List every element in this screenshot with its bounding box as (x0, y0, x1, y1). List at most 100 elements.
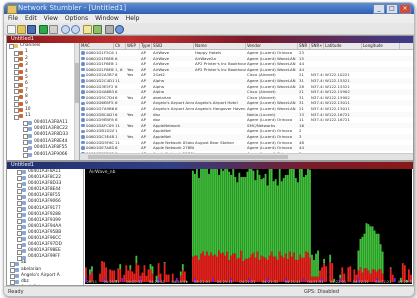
close-button[interactable]: × (399, 4, 411, 14)
signal-bar-low (206, 251, 208, 282)
status-right: GPS: Disabled (304, 289, 340, 295)
signal-status-icon (81, 123, 85, 128)
signal-bar-high (313, 259, 315, 277)
signal-bar-low (329, 262, 332, 282)
ap-table-hscroll-thumb[interactable] (88, 155, 288, 159)
channel-icon (19, 108, 23, 113)
menu-options[interactable]: Options (65, 14, 88, 23)
signal-bar-high (323, 258, 326, 264)
column-header[interactable]: MAC (80, 43, 114, 49)
channel-icon (19, 76, 23, 81)
tree-scroll-thumb[interactable] (75, 63, 79, 103)
zoom-out-icon[interactable] (71, 25, 80, 34)
signal-bar-high (226, 168, 229, 252)
signal-bar-high (200, 161, 202, 254)
menu-view[interactable]: View (44, 14, 58, 23)
tree-item[interactable]: 00401A3F9066 (7, 152, 79, 159)
ap-table-header: MAC Ch WEP Type SSID Name Vendor SNR SNR+ Latitud… (80, 43, 413, 50)
channel-icon (19, 95, 23, 100)
signal-bar-low (292, 252, 295, 282)
signal-bar-high (288, 164, 291, 252)
access-point-icon (15, 267, 19, 272)
scan-icon[interactable] (49, 25, 58, 34)
chart-label: AirWave_nb (89, 170, 116, 175)
column-header[interactable]: Type (140, 43, 152, 49)
title-bar: Network Stumbler - [Untitled1] _ □ × (4, 3, 414, 14)
x-tick-label: 04:21:31 (262, 280, 278, 284)
signal-bar-low (284, 253, 287, 282)
column-header[interactable]: SNR+ (310, 43, 324, 49)
channel-icon (19, 114, 23, 119)
signal-bar-high (238, 172, 241, 258)
signal-bar-low (325, 266, 328, 282)
signal-bar-high (373, 230, 376, 270)
column-header[interactable]: SSID (152, 43, 194, 49)
signal-chart-svg: 04:20:11 04:20:21 04:20:31 04:20:41 04:20:51… (81, 158, 414, 284)
menu-edit[interactable]: Edit (25, 14, 37, 23)
column-header[interactable]: Latitude (324, 43, 362, 49)
signal-bar-high (254, 180, 257, 258)
maximize-button[interactable]: □ (386, 4, 398, 14)
ap-list-pane: Untitled1 Channels 1 2 3 4 5 6 7 8 9 10 11 00401A3F8… (6, 35, 414, 161)
find-icon[interactable] (83, 25, 92, 34)
signal-bar-low (270, 251, 273, 282)
signal-bar-low (242, 261, 245, 282)
minimize-button[interactable]: _ (373, 4, 385, 14)
signal-bar-high (228, 171, 231, 260)
ap-table-hscrollbar[interactable] (80, 153, 413, 160)
signal-bar-high (151, 266, 154, 274)
x-tick-label: 04:22:31 (398, 280, 412, 284)
noise-bar (303, 278, 305, 282)
play-icon[interactable] (39, 25, 48, 34)
x-tick-label: 04:21:21 (239, 280, 255, 284)
menu-window[interactable]: Window (95, 14, 119, 23)
signal-bar-high (296, 182, 299, 260)
signal-bar-low (226, 251, 229, 282)
signal-bar-high (248, 168, 251, 258)
settings-icon[interactable] (105, 25, 114, 34)
signal-bar-high (198, 178, 200, 260)
column-header[interactable]: SNR (298, 43, 310, 49)
zoom-in-icon[interactable] (61, 25, 70, 34)
signal-status-icon (81, 84, 85, 89)
graph-icon[interactable] (93, 25, 102, 34)
open-icon[interactable] (17, 25, 26, 34)
signal-bar-low (196, 255, 198, 282)
access-point-icon (28, 140, 32, 145)
signal-bar-high (272, 181, 275, 257)
column-header[interactable]: WEP (126, 43, 140, 49)
signal-bar-high (305, 174, 307, 252)
ssid-tree[interactable]: 00401A3F8A11 00401A3F8C22 00401A3F8D33 0040… (7, 169, 84, 285)
access-point-icon (22, 218, 26, 223)
status-bar: Ready GPS: Disabled (4, 286, 414, 296)
signal-bar-high (307, 166, 309, 253)
signal-bar-high (252, 170, 255, 253)
signal-bar-low (282, 257, 285, 282)
column-header[interactable]: Name (194, 43, 246, 49)
signal-bar-high (242, 177, 245, 261)
column-header[interactable]: Longitude (362, 43, 400, 49)
signal-bar-low (238, 257, 241, 282)
signal-bar-high (258, 174, 261, 260)
access-point-icon (28, 120, 32, 125)
column-header[interactable]: Vendor (246, 43, 298, 49)
tree-scrollbar[interactable] (74, 43, 79, 160)
help-icon[interactable] (115, 25, 124, 34)
signal-bar-low (254, 257, 257, 282)
access-point-icon (15, 261, 19, 266)
access-point-icon (22, 243, 26, 248)
signal-bar-high (371, 226, 374, 270)
signal-bar-low (280, 255, 283, 282)
column-header[interactable]: Ch (114, 43, 126, 49)
new-icon[interactable] (7, 25, 16, 34)
save-icon[interactable] (27, 25, 36, 34)
ap-list-title: Untitled1 (11, 36, 34, 42)
access-point-icon (28, 133, 32, 138)
channel-tree[interactable]: Channels 1 2 3 4 5 6 7 8 9 10 11 00401A3F8A11 00401A3… (7, 43, 80, 160)
menu-file[interactable]: File (8, 14, 18, 23)
x-tick-label: 04:20:21 (104, 280, 120, 284)
signal-bar-high (230, 174, 233, 256)
signal-bar-low (258, 259, 261, 282)
menu-help[interactable]: Help (126, 14, 140, 23)
signal-bar-high (292, 159, 295, 253)
